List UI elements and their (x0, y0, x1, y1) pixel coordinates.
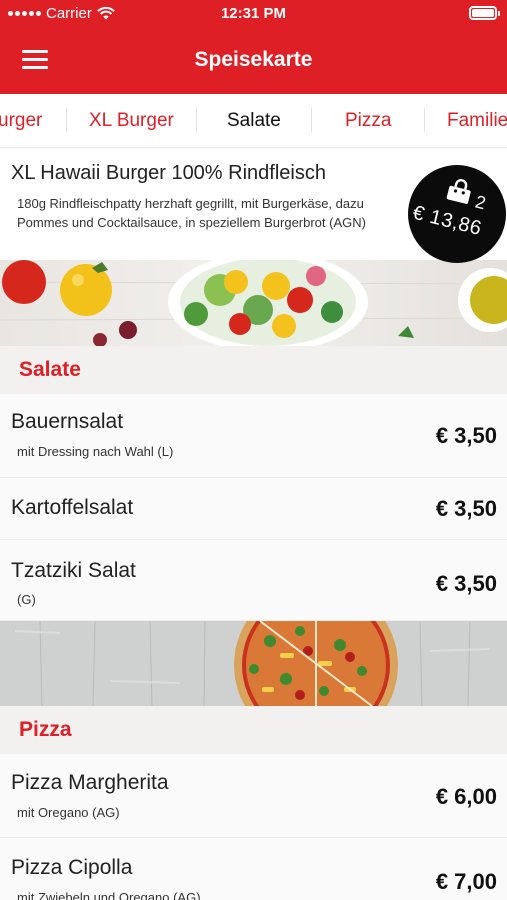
menu-item-name: Kartoffelsalat (11, 496, 134, 519)
page-title: Speisekarte (194, 48, 313, 71)
tab-divider (66, 108, 67, 132)
menu-item-description: mit Oregano (AG) (17, 805, 120, 820)
menu-item-name: Pizza Cipolla (11, 856, 133, 879)
app-header: Carrier 12:31 PM Speisekarte (0, 0, 507, 94)
section-header-pizza: Pizza (0, 706, 507, 754)
menu-item-price: € 6,00 (435, 784, 497, 809)
tab-divider (424, 108, 425, 132)
cart-count: 2 (473, 191, 488, 214)
battery-icon (469, 6, 500, 20)
pizza-banner-image (0, 621, 507, 706)
menu-item[interactable]: Pizza Margherita mit Oregano (AG) € 6,00 (0, 754, 507, 838)
tab-familie[interactable]: Familie (447, 110, 507, 132)
section-title: Salate (19, 358, 81, 381)
menu-item[interactable]: Bauernsalat mit Dressing nach Wahl (L) €… (0, 394, 507, 478)
menu-item[interactable]: Kartoffelsalat € 3,50 (0, 478, 507, 540)
menu-item-price: € 7,00 (435, 869, 497, 894)
status-bar: Carrier 12:31 PM (0, 0, 507, 26)
menu-item-description: mit Dressing nach Wahl (L) (17, 444, 174, 459)
tab-pizza[interactable]: Pizza (345, 110, 391, 132)
tab-divider (196, 108, 197, 132)
menu-item-price: € 3,50 (435, 423, 497, 448)
salad-banner-image (0, 260, 507, 346)
tab-burger[interactable]: urger (0, 110, 42, 132)
tab-xl-burger[interactable]: XL Burger (89, 110, 174, 132)
menu-item-name: Tzatziki Salat (11, 559, 136, 582)
category-tabs: urger XL Burger Salate Pizza Familie (0, 94, 507, 148)
shopping-bag-icon (446, 178, 471, 204)
section-title: Pizza (19, 718, 72, 741)
cart-badge[interactable]: 2 € 13,86 (408, 165, 506, 263)
featured-item-description: 180g Rindfleischpatty herzhaft gegrillt,… (17, 196, 366, 230)
menu-item-price: € 3,50 (435, 571, 497, 596)
menu-item-description: mit Zwiebeln und Oregano (AG) (17, 890, 201, 900)
menu-item-description: (G) (17, 592, 36, 607)
clock: 12:31 PM (220, 5, 287, 22)
menu-item[interactable]: Pizza Cipolla mit Zwiebeln und Oregano (… (0, 838, 507, 900)
menu-item-price: € 3,50 (435, 496, 497, 521)
tab-salate[interactable]: Salate (227, 110, 281, 132)
featured-item-name: XL Hawaii Burger 100% Rindfleisch (11, 162, 326, 184)
menu-item[interactable]: Tzatziki Salat (G) € 3,50 (0, 540, 507, 621)
tab-divider (311, 108, 312, 132)
menu-item-name: Bauernsalat (11, 410, 124, 433)
menu-item-name: Pizza Margherita (11, 771, 169, 794)
section-header-salate: Salate (0, 346, 507, 394)
